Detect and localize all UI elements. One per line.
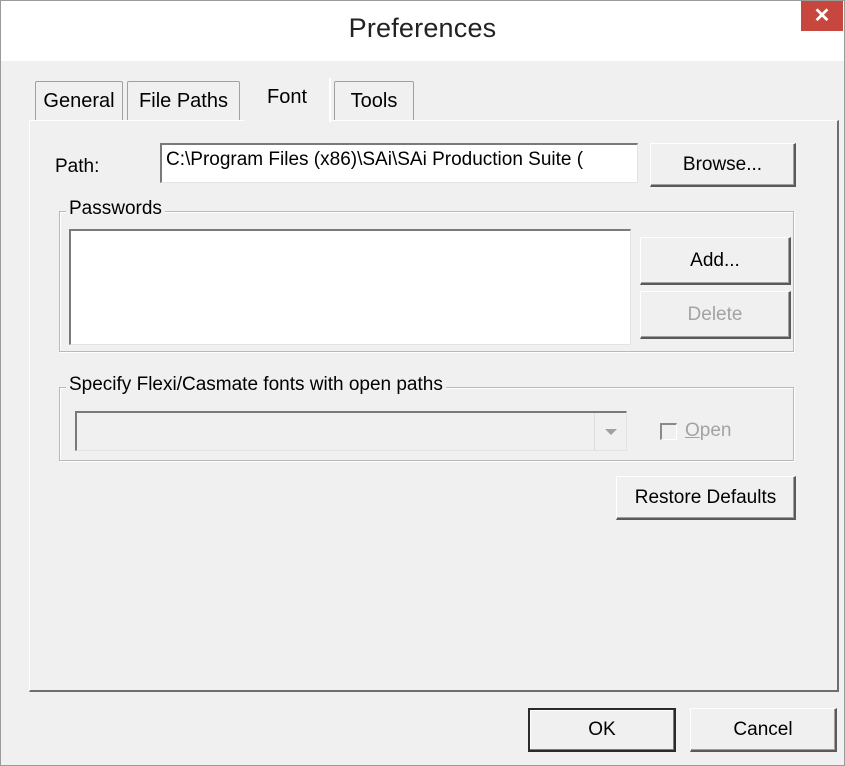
window-title: Preferences [348,13,497,43]
passwords-group-label: Passwords [66,198,165,220]
flexi-fonts-group-label: Specify Flexi/Casmate fonts with open pa… [66,374,446,396]
title-bar: Preferences ✕ [1,1,844,61]
tab-font[interactable]: Font [244,75,331,123]
restore-defaults-button[interactable]: Restore Defaults [616,476,796,520]
chevron-down-icon[interactable] [594,413,626,450]
checkbox-icon[interactable] [660,422,677,440]
passwords-list[interactable] [69,229,631,345]
preferences-dialog: Preferences ✕ General File Paths Font To… [0,0,845,766]
flexi-fonts-dropdown[interactable] [75,411,627,451]
open-checkbox-label: Open [685,420,731,442]
tab-general[interactable]: General [35,81,123,121]
add-password-button[interactable]: Add... [640,237,791,285]
path-label: Path: [55,156,100,177]
path-input[interactable]: C:\Program Files (x86)\SAi\SAi Productio… [160,143,638,183]
close-icon: ✕ [813,5,831,27]
open-label-mnemonic: O [685,420,700,441]
ok-button[interactable]: OK [528,708,676,752]
open-label-rest: pen [699,420,732,441]
browse-button[interactable]: Browse... [650,143,796,187]
cancel-button[interactable]: Cancel [690,708,837,752]
open-checkbox-row[interactable]: Open [660,420,731,442]
delete-password-button[interactable]: Delete [640,291,791,339]
tab-tools[interactable]: Tools [334,81,414,121]
close-button[interactable]: ✕ [801,1,843,31]
tab-file-paths[interactable]: File Paths [127,81,240,121]
